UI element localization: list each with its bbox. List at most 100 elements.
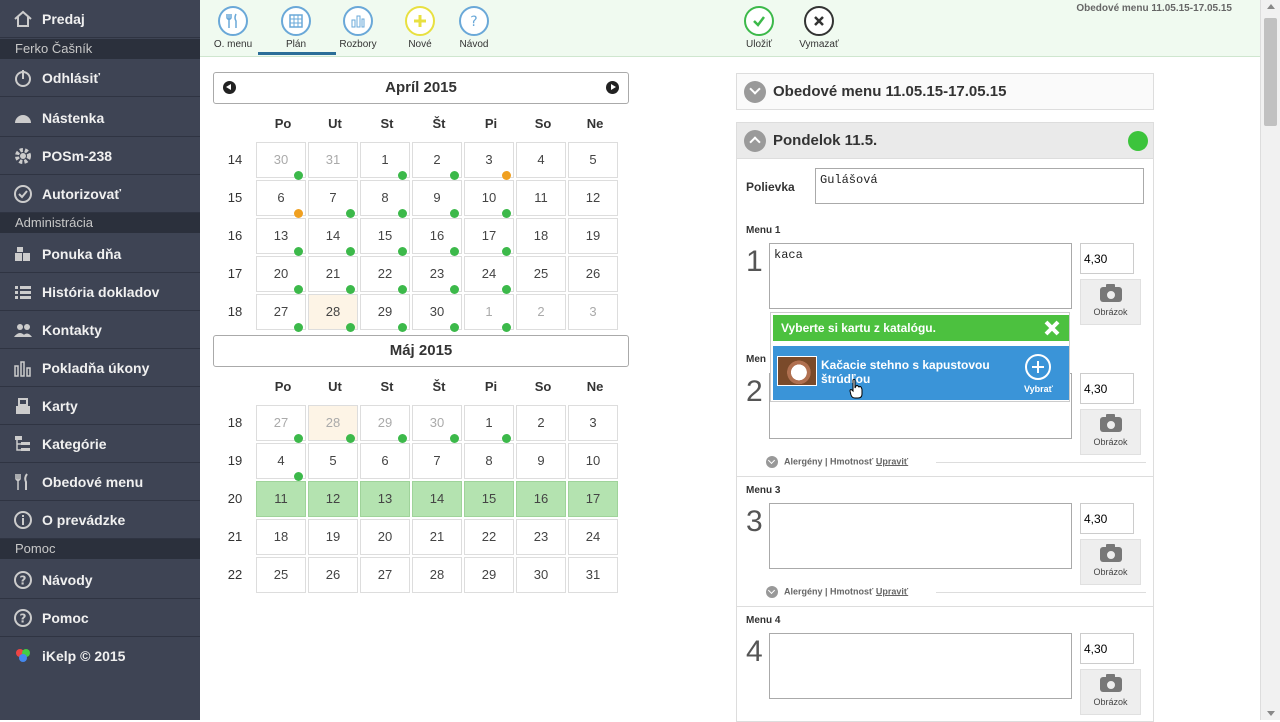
calendar-day[interactable]: 26 <box>308 557 358 593</box>
calendar-day[interactable]: 25 <box>256 557 306 593</box>
catalog-item[interactable]: Kačacie stehno s kapustovou štrúdľou Vyb… <box>773 346 1069 400</box>
sidebar-item-historia[interactable]: História dokladov <box>0 273 200 311</box>
calendar-day[interactable]: 1 <box>464 294 514 332</box>
calendar-day[interactable]: 11 <box>516 180 566 216</box>
calendar-day[interactable]: 24 <box>568 519 618 555</box>
calendar-day[interactable]: 26 <box>568 256 618 292</box>
calendar-day[interactable]: 23 <box>516 519 566 555</box>
calendar-day[interactable]: 10 <box>568 443 618 479</box>
calendar-day[interactable]: 20 <box>360 519 410 555</box>
sidebar-item-pokladna[interactable]: Pokladňa úkony <box>0 349 200 387</box>
day-header[interactable]: Pondelok 11.5. <box>737 123 1153 159</box>
calendar-day[interactable]: 6 <box>256 180 306 218</box>
prev-month-icon[interactable] <box>223 81 236 94</box>
calendar-day[interactable]: 5 <box>308 443 358 479</box>
menu-2-image-button[interactable]: Obrázok <box>1080 409 1141 455</box>
calendar-day[interactable]: 30 <box>256 142 306 180</box>
sidebar-item-karty[interactable]: Karty <box>0 387 200 425</box>
toolbar-plan-button[interactable]: Plán <box>258 6 336 55</box>
calendar-day[interactable]: 15 <box>360 218 410 256</box>
calendar-day[interactable]: 28 <box>412 557 462 593</box>
menu-2-price-input[interactable] <box>1080 373 1134 404</box>
calendar-day[interactable]: 16 <box>516 481 566 517</box>
menu-3-input[interactable] <box>769 503 1072 569</box>
calendar-day[interactable]: 18 <box>256 519 306 555</box>
calendar-day[interactable]: 29 <box>464 557 514 593</box>
calendar-day[interactable]: 9 <box>516 443 566 479</box>
calendar-day[interactable]: 3 <box>568 294 618 330</box>
calendar-day[interactable]: 31 <box>568 557 618 593</box>
calendar-day[interactable]: 27 <box>256 294 306 332</box>
sidebar-item-odhlasit[interactable]: Odhlásiť <box>0 59 200 97</box>
menu-4-input[interactable] <box>769 633 1072 699</box>
calendar-day[interactable]: 11 <box>256 481 306 517</box>
calendar-day[interactable]: 5 <box>568 142 618 178</box>
toolbar-nove-button[interactable]: Nové <box>390 6 450 50</box>
calendar-day[interactable]: 8 <box>360 180 410 218</box>
calendar-day[interactable]: 22 <box>464 519 514 555</box>
calendar-day[interactable]: 3 <box>464 142 514 180</box>
calendar-day[interactable]: 14 <box>412 481 462 517</box>
menu-4-image-button[interactable]: Obrázok <box>1080 669 1141 715</box>
sidebar-item-nastenka[interactable]: Nástenka <box>0 99 200 137</box>
sidebar-item-pomoc[interactable]: ? Pomoc <box>0 599 200 637</box>
calendar-day[interactable]: 13 <box>360 481 410 517</box>
calendar-day[interactable]: 27 <box>360 557 410 593</box>
sidebar-item-ikelp[interactable]: iKelp © 2015 <box>0 637 200 675</box>
menu-1-price-input[interactable] <box>1080 243 1134 274</box>
chevron-down-icon[interactable] <box>744 81 766 103</box>
calendar-day[interactable]: 16 <box>412 218 462 256</box>
menu-1-image-button[interactable]: Obrázok <box>1080 279 1141 325</box>
scrollbar[interactable] <box>1260 0 1280 720</box>
chevron-up-icon[interactable] <box>744 130 766 152</box>
toolbar-omenu-button[interactable]: O. menu <box>203 6 263 50</box>
sidebar-item-navody[interactable]: ? Návody <box>0 561 200 599</box>
calendar-day[interactable]: 2 <box>516 405 566 441</box>
calendar-day[interactable]: 31 <box>308 142 358 178</box>
toolbar-rozbory-button[interactable]: Rozbory <box>328 6 388 50</box>
calendar-day[interactable]: 17 <box>568 481 618 517</box>
calendar-day[interactable]: 7 <box>308 180 358 218</box>
calendar-day[interactable]: 22 <box>360 256 410 294</box>
calendar-day[interactable]: 20 <box>256 256 306 294</box>
sidebar-item-o-prevadzke[interactable]: O prevádzke <box>0 501 200 539</box>
calendar-day[interactable]: 6 <box>360 443 410 479</box>
sidebar-item-posm[interactable]: POSm-238 <box>0 137 200 175</box>
calendar-day[interactable]: 21 <box>308 256 358 294</box>
chevron-down-icon[interactable] <box>766 456 778 468</box>
edit-link[interactable]: Upraviť <box>876 586 908 596</box>
calendar-day[interactable]: 19 <box>308 519 358 555</box>
calendar-day[interactable]: 2 <box>516 294 566 330</box>
sidebar-item-autorizovat[interactable]: Autorizovať <box>0 175 200 213</box>
calendar-day[interactable]: 29 <box>360 294 410 332</box>
calendar-day[interactable]: 27 <box>256 405 306 443</box>
calendar-day[interactable]: 28 <box>308 294 358 332</box>
sidebar-item-obedove-menu[interactable]: Obedové menu <box>0 463 200 501</box>
calendar-day[interactable]: 9 <box>412 180 462 218</box>
menu-4-price-input[interactable] <box>1080 633 1134 664</box>
calendar-day[interactable]: 13 <box>256 218 306 256</box>
menu-week-header[interactable]: Obedové menu 11.05.15-17.05.15 <box>736 73 1154 110</box>
calendar-day[interactable]: 28 <box>308 405 358 443</box>
calendar-day[interactable]: 7 <box>412 443 462 479</box>
calendar-day[interactable]: 8 <box>464 443 514 479</box>
calendar-day[interactable]: 10 <box>464 180 514 218</box>
calendar-day[interactable]: 21 <box>412 519 462 555</box>
calendar-day[interactable]: 24 <box>464 256 514 294</box>
calendar-day[interactable]: 3 <box>568 405 618 441</box>
calendar-day[interactable]: 30 <box>412 294 462 332</box>
polievka-input[interactable]: Gulášová <box>815 168 1144 204</box>
scroll-up-arrow-icon[interactable] <box>1267 4 1275 9</box>
calendar-day[interactable]: 2 <box>412 142 462 180</box>
calendar-day[interactable]: 15 <box>464 481 514 517</box>
scrollbar-thumb[interactable] <box>1264 18 1277 126</box>
calendar-day[interactable]: 14 <box>308 218 358 256</box>
sidebar-item-predaj[interactable]: Predaj <box>0 0 200 38</box>
select-label[interactable]: Vybrať <box>1024 384 1053 394</box>
calendar-day[interactable]: 29 <box>360 405 410 443</box>
toolbar-vymazat-button[interactable]: Vymazať <box>789 6 849 50</box>
sidebar-item-ponuka-dna[interactable]: Ponuka dňa <box>0 235 200 273</box>
sidebar-item-kontakty[interactable]: Kontakty <box>0 311 200 349</box>
calendar-day[interactable]: 1 <box>464 405 514 443</box>
calendar-day[interactable]: 30 <box>412 405 462 443</box>
